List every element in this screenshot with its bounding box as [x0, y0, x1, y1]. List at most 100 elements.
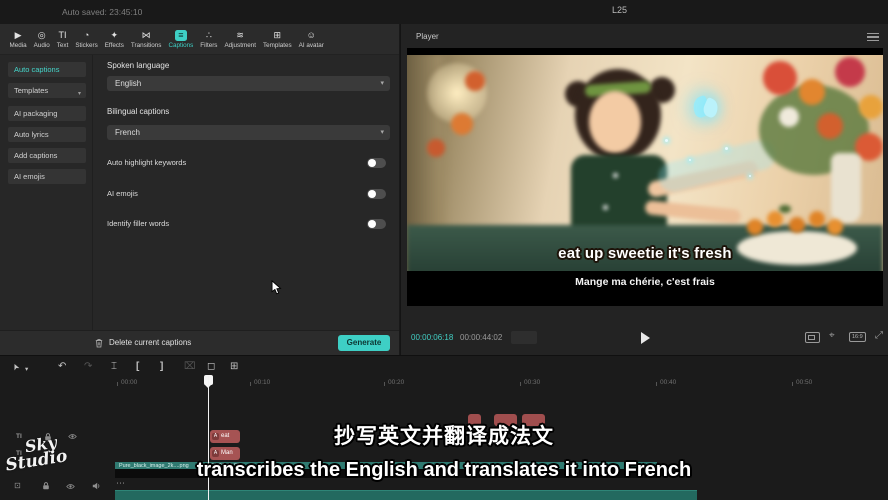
play-button[interactable]	[641, 332, 650, 344]
toolbar-item-captions[interactable]: ≡Captions	[165, 30, 197, 49]
toolbar-label: AI avatar	[299, 42, 324, 49]
audio-icon: ◎	[38, 30, 46, 41]
caption-clip-mini[interactable]	[494, 414, 517, 426]
trash-icon[interactable]	[95, 338, 103, 348]
delete-current-captions-label[interactable]: Delete current captions	[109, 338, 191, 347]
video-track-icon: ⊡	[14, 481, 21, 490]
sidebar-item-ai-emojis[interactable]: AI emojis	[8, 169, 86, 184]
leaf	[779, 205, 791, 213]
generate-button[interactable]: Generate	[338, 335, 390, 351]
orange	[789, 217, 805, 233]
vase	[831, 153, 861, 223]
toolbar-item-text[interactable]: TIText	[53, 30, 72, 49]
toolbar-item-stickers[interactable]: ◔Stickers	[72, 30, 101, 49]
trim-left-icon[interactable]: [	[136, 361, 139, 373]
speaker-icon[interactable]	[92, 482, 100, 490]
toolbar-item-transitions[interactable]: ⋈Transitions	[127, 30, 165, 49]
eye-icon[interactable]	[66, 483, 75, 490]
orange	[747, 219, 763, 235]
sidebar-item-label: Templates	[14, 86, 48, 95]
flower	[779, 107, 799, 127]
toolbar-label: Text	[57, 42, 69, 49]
toolbar-item-audio[interactable]: ◎Audio	[30, 30, 53, 49]
sidebar-item-auto-lyrics[interactable]: Auto lyrics	[8, 127, 86, 142]
toolbar-item-templates[interactable]: ⊞Templates	[259, 30, 295, 49]
caption-clip-english[interactable]: A eat	[210, 430, 240, 443]
chevron-down-icon: ▾	[78, 87, 81, 102]
sidebar-item-templates[interactable]: Templates▾	[8, 83, 86, 98]
playhead-line[interactable]	[208, 376, 209, 500]
preview-quality-icon[interactable]	[805, 332, 820, 343]
split-icon[interactable]: ⌶	[111, 361, 117, 373]
sidebar-item-ai-packaging[interactable]: AI packaging	[8, 106, 86, 121]
more-icon[interactable]: ⋯	[116, 478, 125, 489]
lock-icon[interactable]	[42, 482, 50, 490]
ai-emojis-toggle[interactable]	[367, 189, 386, 199]
aspect-ratio-icon[interactable]: 16:9	[849, 332, 866, 342]
focus-frame-icon[interactable]: ⌖	[829, 330, 835, 341]
video-caption-secondary: Mange ma chérie, c'est frais	[407, 276, 883, 288]
sparkle	[749, 175, 751, 177]
media-icon: ▶	[15, 30, 22, 41]
ruler-label: 00:20	[388, 379, 404, 386]
caption-clip-french[interactable]: A Man	[210, 447, 240, 460]
toggle-knob	[368, 190, 376, 198]
toolbar-label: Adjustment	[224, 42, 256, 49]
player-menu-icon[interactable]	[867, 33, 879, 43]
toolbar-item-media[interactable]: ▶Media	[6, 30, 30, 49]
auto-highlight-label: Auto highlight keywords	[107, 158, 186, 167]
trim-right-icon[interactable]: ]	[160, 361, 163, 373]
auto-highlight-toggle[interactable]	[367, 158, 386, 168]
toolbar-label: Audio	[34, 42, 50, 49]
delete-clip-icon[interactable]: ⌧	[184, 361, 196, 373]
video-stage[interactable]: eat up sweetie it's fresh Mange ma chéri…	[407, 48, 883, 306]
sidebar-item-auto-captions[interactable]: Auto captions	[8, 62, 86, 77]
face	[589, 91, 641, 153]
overlay-tool-icon[interactable]: ⊞	[230, 361, 238, 373]
select-tool-icon[interactable]: ➤	[12, 361, 19, 374]
sidebar-divider	[92, 55, 93, 354]
mask-icon[interactable]: ◻	[207, 361, 215, 373]
flower-left	[465, 71, 485, 91]
chevron-down-icon: ▾	[380, 128, 384, 136]
ruler-label: 00:50	[796, 379, 812, 386]
window-title: L25	[612, 5, 627, 15]
select-tool-caret-icon[interactable]: ▾	[25, 364, 28, 376]
total-time: 00:00:44:02	[460, 333, 502, 342]
fullscreen-icon[interactable]: ⤢	[875, 330, 883, 341]
caption-clip-mini[interactable]	[468, 414, 481, 426]
toolbar-item-ai-avatar[interactable]: ☺AI avatar	[295, 30, 327, 49]
mouse-cursor	[271, 280, 282, 296]
chevron-down-icon: ▾	[380, 79, 384, 87]
filters-icon: ∴	[206, 30, 212, 41]
video-clip-header: Pure_black_image_2k....png 00:00:40:03	[115, 462, 657, 469]
toolbar-item-adjustment[interactable]: ≋Adjustment	[221, 30, 260, 49]
caption-clip-text: Man	[221, 450, 233, 456]
orange	[809, 211, 825, 227]
undo-icon[interactable]: ↶	[58, 361, 66, 373]
toolbar-label: Effects	[105, 42, 124, 49]
ai-emojis-label: AI emojis	[107, 189, 138, 198]
time-options-box[interactable]	[511, 331, 537, 344]
filler-words-toggle[interactable]	[367, 219, 386, 229]
spoken-language-value: English	[115, 79, 141, 88]
caption-badge: A	[212, 433, 219, 440]
toggle-knob	[368, 159, 376, 167]
toolbar-label: Templates	[263, 42, 292, 49]
sidebar-item-add-captions[interactable]: Add captions	[8, 148, 86, 163]
spoken-language-select[interactable]: English ▾	[107, 76, 390, 91]
track-color-strip[interactable]	[115, 490, 697, 500]
player-panel: Player	[400, 24, 888, 355]
text-track-icon: TI	[16, 433, 22, 440]
toolbar-item-filters[interactable]: ∴Filters	[197, 30, 221, 49]
ruler-label: 00:00	[121, 379, 137, 386]
toolbar-item-effects[interactable]: ✦Effects	[101, 30, 127, 49]
captions-panel-footer: Delete current captions Generate	[0, 330, 399, 356]
autosave-status: Auto saved: 23:45:10	[62, 7, 142, 17]
toolbar-label: Stickers	[75, 42, 97, 49]
caption-clip-mini[interactable]	[522, 414, 545, 426]
video-clip[interactable]: Pure_black_image_2k....png 00:00:40:03	[115, 462, 657, 478]
redo-icon[interactable]: ↷	[84, 361, 92, 373]
flower	[859, 95, 883, 119]
bilingual-language-select[interactable]: French ▾	[107, 125, 390, 140]
